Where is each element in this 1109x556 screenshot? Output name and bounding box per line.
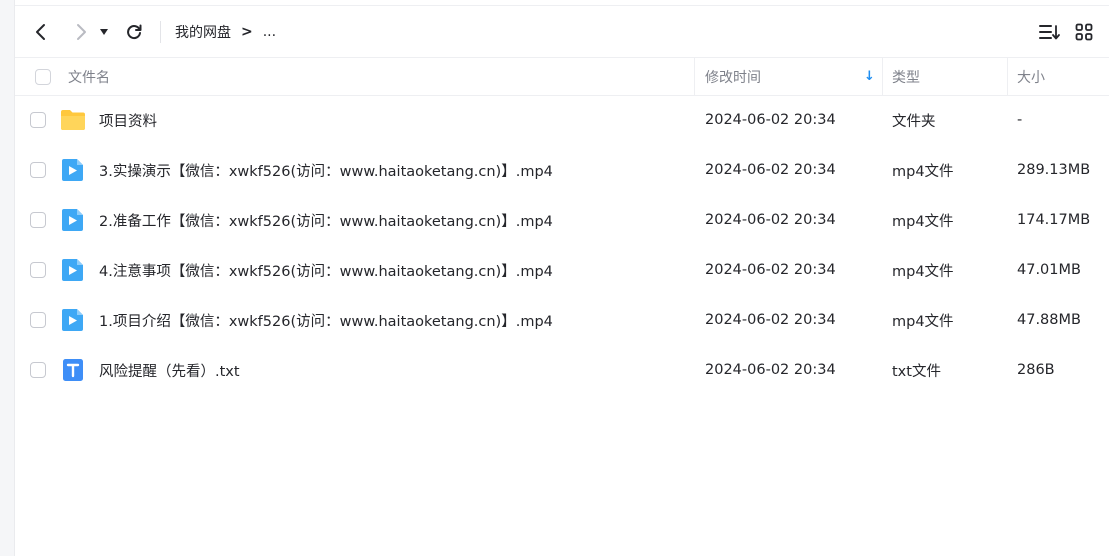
file-type: txt文件 (892, 363, 941, 380)
sort-button[interactable] (1035, 18, 1063, 46)
video-file-icon (62, 159, 83, 181)
column-divider (694, 58, 695, 95)
file-modified: 2024-06-02 20:34 (705, 112, 836, 128)
header-size[interactable]: 大小 (1017, 58, 1045, 95)
file-name: 3.实操演示【微信：xwkf526(访问：www.haitaoketang.cn… (99, 163, 553, 180)
header-type[interactable]: 类型 (892, 58, 920, 95)
header-name[interactable]: 文件名 (68, 58, 110, 95)
select-all-checkbox[interactable] (35, 68, 51, 85)
row-checkbox[interactable] (30, 362, 46, 378)
caret-down-icon (100, 29, 108, 35)
file-size: 47.01MB (1017, 262, 1081, 278)
refresh-button[interactable] (120, 18, 148, 46)
file-size: 174.17MB (1017, 212, 1091, 228)
sort-desc-icon[interactable]: ↓ (864, 58, 875, 95)
file-size: 286B (1017, 362, 1055, 378)
file-row[interactable]: 4.注意事项【微信：xwkf526(访问：www.haitaoketang.cn… (15, 245, 1109, 295)
file-size: 289.13MB (1017, 162, 1091, 178)
row-checkbox[interactable] (30, 262, 46, 278)
breadcrumb-more[interactable]: ... (263, 24, 276, 40)
file-row[interactable]: 2.准备工作【微信：xwkf526(访问：www.haitaoketang.cn… (15, 195, 1109, 245)
forward-button[interactable] (67, 18, 95, 46)
back-button[interactable] (27, 18, 55, 46)
file-modified: 2024-06-02 20:34 (705, 212, 836, 228)
file-type: mp4文件 (892, 313, 954, 330)
refresh-icon (127, 24, 142, 40)
chevron-right-icon (77, 24, 86, 40)
breadcrumb: 我的网盘 > ... (175, 22, 276, 42)
header-modified[interactable]: 修改时间 (705, 58, 761, 95)
breadcrumb-root[interactable]: 我的网盘 (175, 22, 231, 42)
video-file-icon (62, 309, 83, 331)
file-row[interactable]: 风险提醒（先看）.txt 2024-06-02 20:34 txt文件 286B (15, 345, 1109, 395)
file-row[interactable]: 1.项目介绍【微信：xwkf526(访问：www.haitaoketang.cn… (15, 295, 1109, 345)
file-name: 2.准备工作【微信：xwkf526(访问：www.haitaoketang.cn… (99, 213, 553, 230)
sort-list-icon (1039, 25, 1060, 40)
text-file-icon (63, 359, 83, 381)
breadcrumb-separator: > (241, 24, 253, 40)
row-checkbox[interactable] (30, 312, 46, 328)
file-name: 1.项目介绍【微信：xwkf526(访问：www.haitaoketang.cn… (99, 313, 553, 330)
file-modified: 2024-06-02 20:34 (705, 362, 836, 378)
toolbar-divider (160, 21, 161, 43)
file-size: 47.88MB (1017, 312, 1081, 328)
row-checkbox[interactable] (30, 112, 46, 128)
video-file-icon (62, 259, 83, 281)
file-name: 风险提醒（先看）.txt (99, 363, 240, 380)
toolbar: 我的网盘 > ... (15, 6, 1109, 56)
file-size: - (1017, 112, 1023, 128)
row-checkbox[interactable] (30, 162, 46, 178)
file-list-header: 文件名 修改时间 ↓ 类型 大小 (15, 57, 1109, 96)
column-divider (1007, 58, 1008, 95)
chevron-left-icon (36, 24, 45, 40)
file-type: mp4文件 (892, 213, 954, 230)
video-file-icon (62, 209, 83, 231)
file-type: mp4文件 (892, 263, 954, 280)
file-row[interactable]: 3.实操演示【微信：xwkf526(访问：www.haitaoketang.cn… (15, 145, 1109, 195)
file-modified: 2024-06-02 20:34 (705, 162, 836, 178)
history-dropdown-button[interactable] (95, 18, 113, 46)
file-name: 4.注意事项【微信：xwkf526(访问：www.haitaoketang.cn… (99, 263, 553, 280)
file-row[interactable]: 项目资料 2024-06-02 20:34 文件夹 - (15, 95, 1109, 145)
row-checkbox[interactable] (30, 212, 46, 228)
file-type: 文件夹 (892, 113, 936, 130)
select-all-cell (35, 58, 51, 95)
left-sidebar-edge (0, 0, 15, 556)
grid-view-button[interactable] (1070, 18, 1098, 46)
file-name: 项目资料 (99, 113, 157, 130)
column-divider (882, 58, 883, 95)
file-type: mp4文件 (892, 163, 954, 180)
folder-icon (61, 110, 85, 130)
file-modified: 2024-06-02 20:34 (705, 312, 836, 328)
grid-view-icon (1075, 23, 1093, 41)
file-modified: 2024-06-02 20:34 (705, 262, 836, 278)
